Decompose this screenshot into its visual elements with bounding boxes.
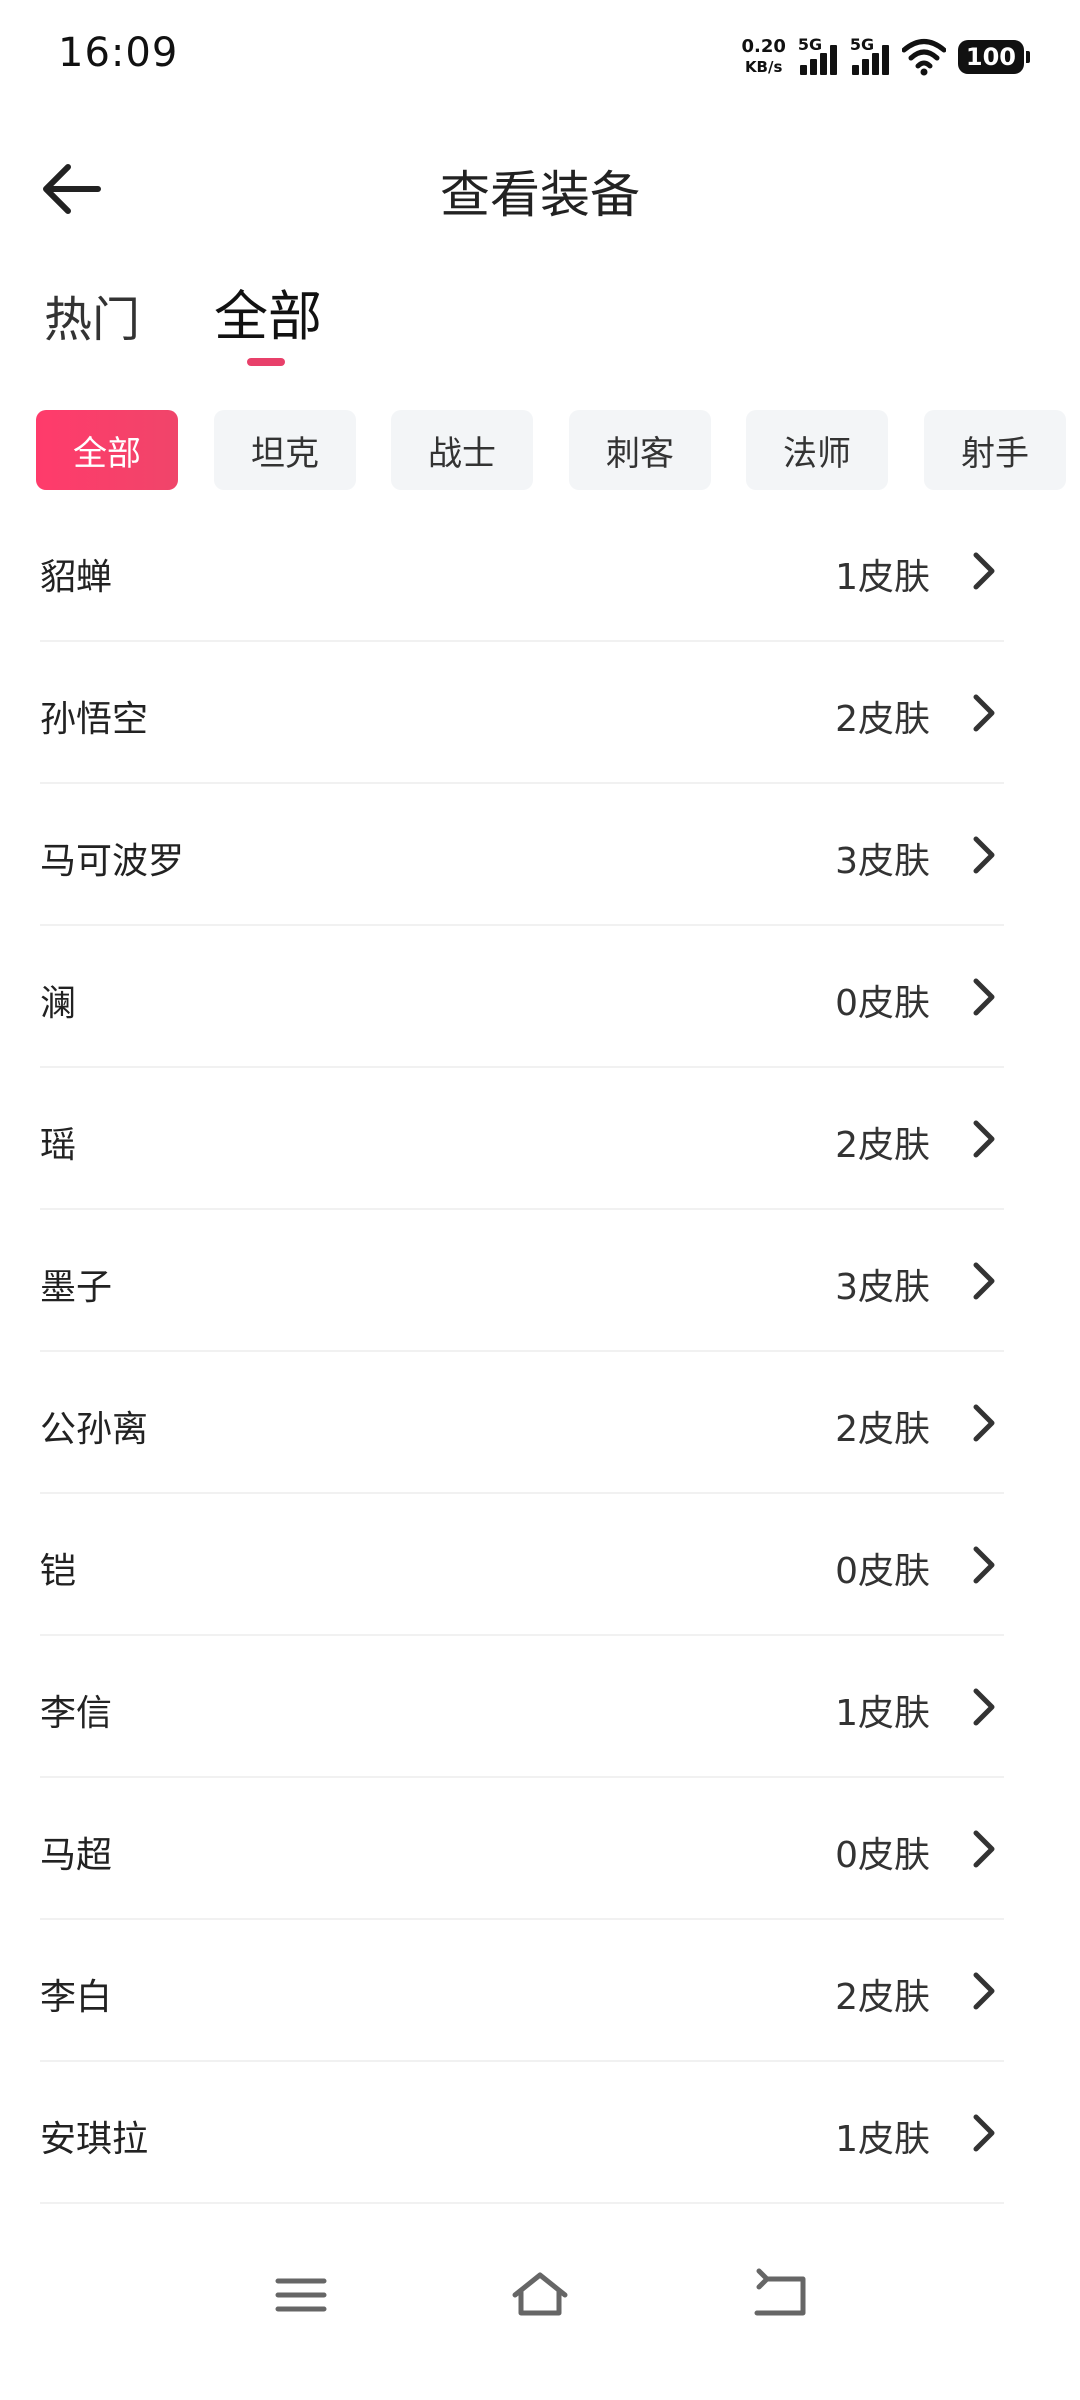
- chevron-right-icon: [973, 2114, 995, 2152]
- skin-count: 2皮肤: [835, 1977, 930, 2018]
- hero-list: 貂蝉 1皮肤 孙悟空 2皮肤 马可波罗 3皮肤 澜 0皮肤 瑶 2皮肤 墨子 3…: [0, 500, 1080, 2204]
- list-item[interactable]: 墨子 3皮肤: [0, 1210, 1080, 1352]
- skin-count: 2皮肤: [835, 699, 930, 740]
- chip-assassin[interactable]: 刺客: [569, 410, 711, 490]
- status-bar: 16:09 0.20 KB/s 5G 5G 100: [0, 0, 1080, 110]
- sim1-label: 5G: [797, 35, 823, 54]
- hero-name: 瑶: [40, 1125, 77, 1166]
- back-icon[interactable]: [745, 2265, 815, 2325]
- home-icon[interactable]: [505, 2265, 575, 2325]
- system-nav-bar: [0, 2245, 1080, 2355]
- chevron-right-icon: [973, 552, 995, 590]
- hero-name: 孙悟空: [40, 699, 149, 740]
- list-item[interactable]: 马超 0皮肤: [0, 1778, 1080, 1920]
- tab-all[interactable]: 全部: [214, 272, 322, 351]
- chevron-right-icon: [973, 1688, 995, 1726]
- signal-sim2-icon: 5G: [850, 35, 890, 79]
- list-item[interactable]: 貂蝉 1皮肤: [0, 500, 1080, 642]
- chevron-right-icon: [973, 836, 995, 874]
- chip-mage[interactable]: 法师: [746, 410, 888, 490]
- skin-count: 0皮肤: [835, 1551, 930, 1592]
- skin-count: 1皮肤: [835, 1693, 930, 1734]
- battery-icon: 100: [957, 40, 1031, 74]
- chevron-right-icon: [973, 1830, 995, 1868]
- hero-name: 马超: [40, 1835, 113, 1876]
- hero-name: 马可波罗: [40, 841, 185, 882]
- divider: [40, 2202, 1004, 2204]
- hero-name: 铠: [40, 1551, 77, 1592]
- chip-tank[interactable]: 坦克: [214, 410, 356, 490]
- hero-name: 李白: [40, 1977, 113, 2018]
- network-speed: 0.20 KB/s: [741, 37, 785, 77]
- skin-count: 3皮肤: [835, 1267, 930, 1308]
- hero-name: 澜: [40, 983, 77, 1024]
- category-tabs: 热门 全部: [0, 270, 1080, 380]
- list-item[interactable]: 澜 0皮肤: [0, 926, 1080, 1068]
- hero-name: 李信: [40, 1693, 113, 1734]
- chip-all[interactable]: 全部: [36, 410, 178, 490]
- skin-count: 1皮肤: [835, 557, 930, 598]
- sim2-label: 5G: [849, 35, 875, 54]
- list-item[interactable]: 孙悟空 2皮肤: [0, 642, 1080, 784]
- status-icons: 0.20 KB/s 5G 5G 100: [741, 32, 1031, 82]
- list-item[interactable]: 公孙离 2皮肤: [0, 1352, 1080, 1494]
- list-item[interactable]: 李白 2皮肤: [0, 1920, 1080, 2062]
- hero-name: 墨子: [40, 1267, 113, 1308]
- network-speed-unit: KB/s: [744, 58, 783, 76]
- tab-indicator: [247, 358, 285, 366]
- status-time: 16:09: [58, 30, 179, 76]
- chevron-right-icon: [973, 1404, 995, 1442]
- skin-count: 3皮肤: [835, 841, 930, 882]
- chevron-right-icon: [973, 694, 995, 732]
- battery-level: 100: [965, 43, 1016, 71]
- chip-marksman[interactable]: 射手: [924, 410, 1066, 490]
- skin-count: 0皮肤: [835, 983, 930, 1024]
- hero-name: 公孙离: [40, 1409, 149, 1450]
- network-speed-value: 0.20: [741, 36, 786, 57]
- list-item[interactable]: 马可波罗 3皮肤: [0, 784, 1080, 926]
- skin-count: 2皮肤: [835, 1125, 930, 1166]
- signal-sim1-icon: 5G: [798, 35, 838, 79]
- chevron-right-icon: [973, 1972, 995, 2010]
- list-item[interactable]: 瑶 2皮肤: [0, 1068, 1080, 1210]
- chevron-right-icon: [973, 1120, 995, 1158]
- chevron-right-icon: [973, 1262, 995, 1300]
- skin-count: 1皮肤: [835, 2119, 930, 2160]
- hero-name: 安琪拉: [40, 2119, 149, 2160]
- role-filter-chips: 全部 坦克 战士 刺客 法师 射手: [36, 410, 1080, 490]
- chevron-right-icon: [973, 1546, 995, 1584]
- skin-count: 0皮肤: [835, 1835, 930, 1876]
- wifi-icon: [901, 39, 946, 76]
- header: 查看装备: [0, 130, 1080, 250]
- list-item[interactable]: 李信 1皮肤: [0, 1636, 1080, 1778]
- list-item[interactable]: 安琪拉 1皮肤: [0, 2062, 1080, 2204]
- hero-name: 貂蝉: [40, 557, 113, 598]
- chip-warrior[interactable]: 战士: [391, 410, 533, 490]
- chevron-right-icon: [973, 978, 995, 1016]
- tab-hot[interactable]: 热门: [44, 280, 140, 350]
- skin-count: 2皮肤: [835, 1409, 930, 1450]
- page-title: 查看装备: [440, 166, 640, 224]
- menu-icon[interactable]: [266, 2265, 336, 2325]
- list-item[interactable]: 铠 0皮肤: [0, 1494, 1080, 1636]
